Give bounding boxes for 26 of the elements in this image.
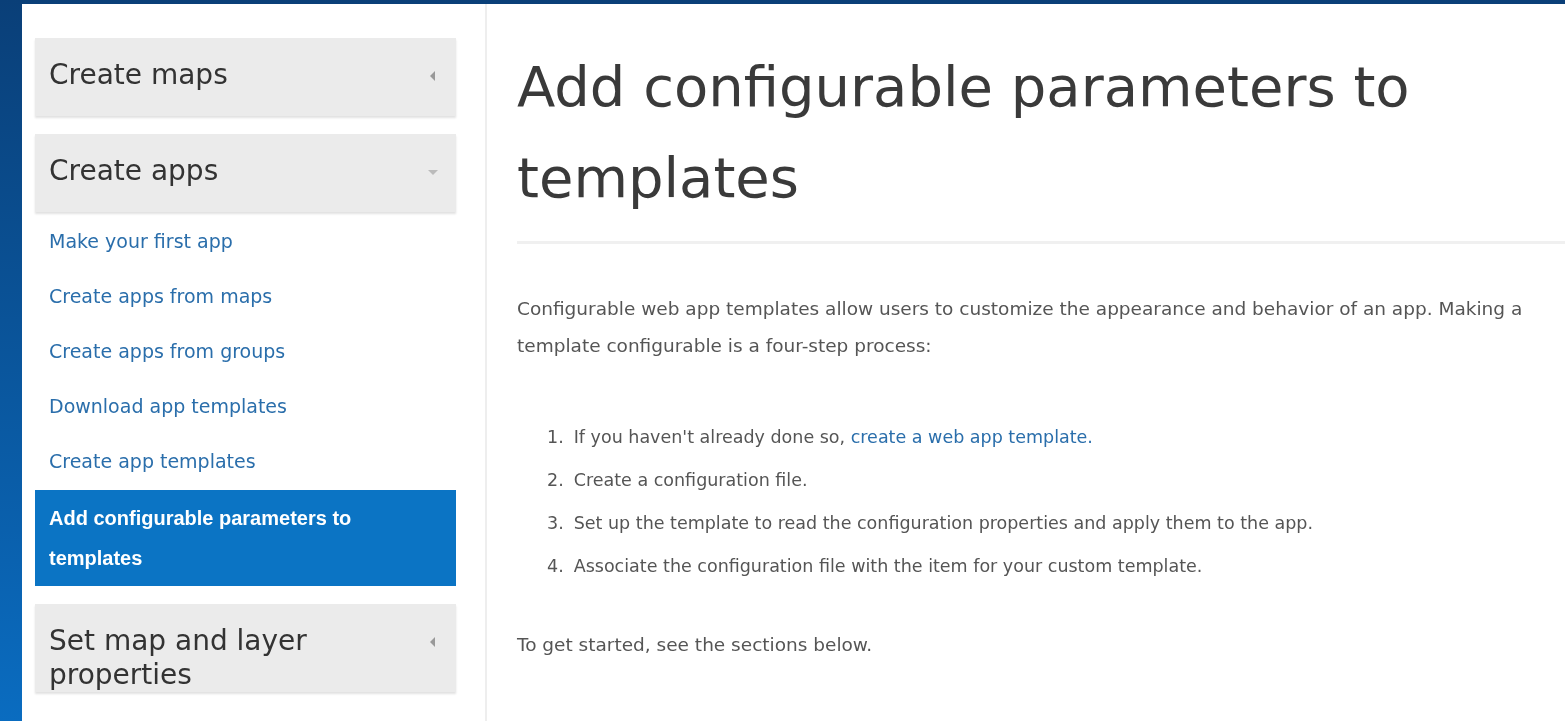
nav-link[interactable]: Create app templates [35,435,456,490]
nav-link[interactable]: Create apps from maps [35,270,456,325]
list-item-text: If you haven't already done so, create a web app template. [573,426,1093,449]
link[interactable]: create a web app template. [850,427,1093,447]
list-number: 2. [547,469,564,492]
section-header[interactable]: Create maps [35,38,456,116]
nav-link[interactable]: Add configurable parameters to templates [35,490,456,586]
list-item-text: Create a configuration file. [573,469,808,492]
section-title: Create maps [49,58,228,92]
nav-link[interactable]: Make your first app [35,215,456,270]
section-title: Set map and layer properties [49,624,308,692]
section-title: Create apps [49,154,219,188]
section-header[interactable]: Create apps [35,134,456,212]
nav-link[interactable]: Create apps from groups [35,325,456,380]
caret-left-icon [428,636,438,648]
list-item-text: Associate the configuration file with the item for your custom template. [573,555,1203,578]
section-header[interactable]: Set map and layer properties [35,604,456,692]
list-number: 3. [547,512,564,535]
list-item-text: Set up the template to read the configuration properties and apply them to the app. [573,512,1313,535]
nav-link[interactable]: Download app templates [35,380,456,435]
intro-paragraph: Configurable web app templates allow users to customize the appearance and behavior of an app. Making a template configurable is a four-step process: [517,297,1524,358]
list-number: 4. [547,555,564,578]
caret-left-icon [428,70,438,82]
list-number: 1. [547,426,564,449]
outro-paragraph: To get started, see the sections below. [517,633,874,657]
page-title: Add configurable parameters to templates [517,41,1565,244]
